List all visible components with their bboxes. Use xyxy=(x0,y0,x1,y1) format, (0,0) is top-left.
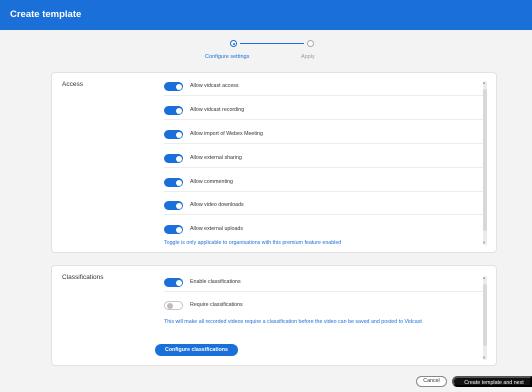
vidcast-recording-label: Allow vidcast recording xyxy=(190,107,245,113)
scroll-up-arrow-icon[interactable]: ▲ xyxy=(482,81,486,85)
external-uploads-toggle[interactable] xyxy=(164,225,183,234)
step-indicator-apply xyxy=(307,40,314,47)
enable-classifications-toggle[interactable] xyxy=(164,278,183,287)
classifications-section-title: Classifications xyxy=(62,274,104,281)
require-classifications-toggle[interactable] xyxy=(164,301,183,310)
webex-import-label: Allow import of Webex Meeting xyxy=(190,131,263,137)
scroll-down-arrow-icon[interactable]: ▼ xyxy=(482,356,486,360)
vidcast-access-toggle[interactable] xyxy=(164,82,183,91)
create-template-and-next-button[interactable]: Create template and next xyxy=(452,376,532,387)
premium-feature-note: Toggle is only applicable to organisatio… xyxy=(164,240,342,246)
vidcast-recording-toggle[interactable] xyxy=(164,106,183,115)
step-connector xyxy=(240,43,304,44)
commenting-toggle[interactable] xyxy=(164,178,183,187)
toggle-row-webex-import: Allow import of Webex Meeting xyxy=(164,128,484,144)
stepper: Configure settings Apply xyxy=(0,36,532,66)
toggle-row-vidcast-recording: Allow vidcast recording xyxy=(164,104,484,120)
toggle-row-vidcast-access: Allow vidcast access xyxy=(164,80,484,96)
enable-classifications-label: Enable classifications xyxy=(190,279,241,285)
toggle-row-enable-classifications: Enable classifications xyxy=(164,276,484,292)
classification-requirement-note: This will make all recorded videos requi… xyxy=(164,319,422,325)
window-title: Create template xyxy=(10,9,82,20)
external-uploads-label: Allow external uploads xyxy=(190,226,243,232)
step-label-apply: Apply xyxy=(301,54,315,60)
toggle-row-external-uploads: Allow external uploads xyxy=(164,223,484,239)
external-sharing-label: Allow external sharing xyxy=(190,155,242,161)
configure-classifications-button[interactable]: Configure classifications xyxy=(155,344,238,356)
toggle-row-video-downloads: Allow video downloads xyxy=(164,199,484,215)
access-scrollbar[interactable]: ▲ ▼ xyxy=(482,81,487,245)
scroll-up-arrow-icon[interactable]: ▲ xyxy=(482,276,486,280)
toggle-row-require-classifications: Require classifications xyxy=(164,299,484,315)
video-downloads-label: Allow video downloads xyxy=(190,202,244,208)
classifications-scroll-thumb[interactable] xyxy=(483,284,487,346)
access-section-title: Access xyxy=(62,81,83,88)
access-scroll-thumb[interactable] xyxy=(483,89,487,231)
video-downloads-toggle[interactable] xyxy=(164,201,183,210)
step-indicator-configure-settings xyxy=(230,40,237,47)
vidcast-access-label: Allow vidcast access xyxy=(190,83,239,89)
require-classifications-label: Require classifications xyxy=(190,302,243,308)
toggle-row-external-sharing: Allow external sharing xyxy=(164,152,484,168)
step-label-configure-settings: Configure settings xyxy=(205,54,250,60)
commenting-label: Allow commenting xyxy=(190,179,233,185)
external-sharing-toggle[interactable] xyxy=(164,154,183,163)
access-section: Access Allow vidcast access Allow vidcas… xyxy=(51,72,497,253)
title-bar: Create template xyxy=(0,0,532,30)
webex-import-toggle[interactable] xyxy=(164,130,183,139)
scroll-down-arrow-icon[interactable]: ▼ xyxy=(482,241,486,245)
toggle-row-commenting: Allow commenting xyxy=(164,176,484,192)
classifications-scrollbar[interactable]: ▲ ▼ xyxy=(482,276,487,360)
cancel-button[interactable]: Cancel xyxy=(416,376,447,387)
classifications-section: Classifications Enable classifications R… xyxy=(51,265,497,366)
